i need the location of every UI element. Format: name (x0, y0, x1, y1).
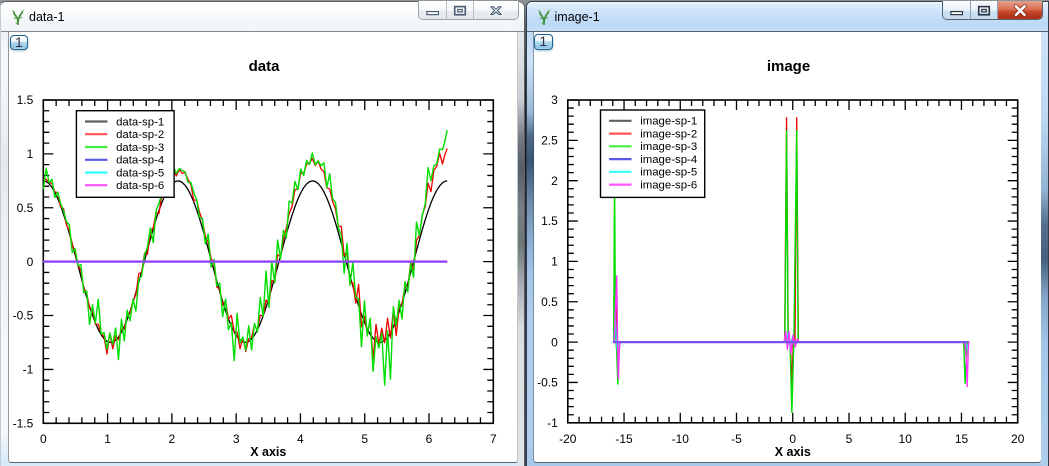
svg-text:7: 7 (490, 432, 497, 446)
svg-text:0: 0 (789, 432, 796, 446)
svg-text:0.5: 0.5 (17, 201, 34, 215)
svg-text:2: 2 (169, 432, 176, 446)
svg-text:image-sp-3: image-sp-3 (640, 141, 697, 153)
svg-text:5: 5 (362, 432, 369, 446)
svg-text:1.5: 1.5 (541, 214, 558, 228)
svg-text:1: 1 (27, 147, 34, 161)
svg-text:20: 20 (1011, 432, 1025, 446)
svg-text:-0.5: -0.5 (13, 309, 34, 323)
svg-text:X axis: X axis (774, 445, 810, 459)
svg-text:image-sp-4: image-sp-4 (640, 154, 697, 166)
svg-text:data-sp-4: data-sp-4 (116, 155, 164, 167)
svg-text:2.5: 2.5 (541, 134, 558, 148)
svg-text:data-sp-6: data-sp-6 (116, 180, 164, 192)
svg-text:-20: -20 (559, 432, 577, 446)
svg-text:0: 0 (27, 255, 34, 269)
svg-text:0: 0 (40, 432, 47, 446)
svg-text:-10: -10 (671, 432, 689, 446)
svg-text:3: 3 (233, 432, 240, 446)
svg-text:-15: -15 (615, 432, 633, 446)
svg-text:4: 4 (297, 432, 304, 446)
svg-text:1: 1 (105, 432, 112, 446)
svg-text:0: 0 (551, 335, 558, 349)
svg-text:1: 1 (551, 255, 558, 269)
svg-text:2: 2 (551, 174, 558, 188)
svg-text:5: 5 (845, 432, 852, 446)
svg-text:image: image (766, 58, 809, 75)
svg-text:image-sp-5: image-sp-5 (640, 167, 697, 179)
svg-text:data-sp-2: data-sp-2 (116, 129, 164, 141)
svg-text:-1: -1 (547, 416, 558, 430)
svg-text:data-sp-1: data-sp-1 (116, 116, 164, 128)
svg-text:image-sp-6: image-sp-6 (640, 180, 697, 192)
svg-text:10: 10 (898, 432, 912, 446)
svg-text:1.5: 1.5 (17, 93, 34, 107)
svg-text:-1.5: -1.5 (13, 417, 34, 431)
svg-text:data-sp-5: data-sp-5 (116, 167, 164, 179)
svg-text:data-sp-3: data-sp-3 (116, 142, 164, 154)
svg-text:-5: -5 (731, 432, 742, 446)
svg-text:15: 15 (954, 432, 968, 446)
svg-text:0.5: 0.5 (541, 295, 558, 309)
svg-text:-1: -1 (23, 363, 34, 377)
svg-text:6: 6 (426, 432, 433, 446)
svg-text:data: data (249, 58, 281, 75)
svg-text:-0.5: -0.5 (537, 376, 558, 390)
svg-text:image-sp-2: image-sp-2 (640, 129, 697, 141)
svg-text:X axis: X axis (251, 445, 287, 459)
svg-text:3: 3 (551, 93, 558, 107)
svg-text:image-sp-1: image-sp-1 (640, 116, 697, 128)
